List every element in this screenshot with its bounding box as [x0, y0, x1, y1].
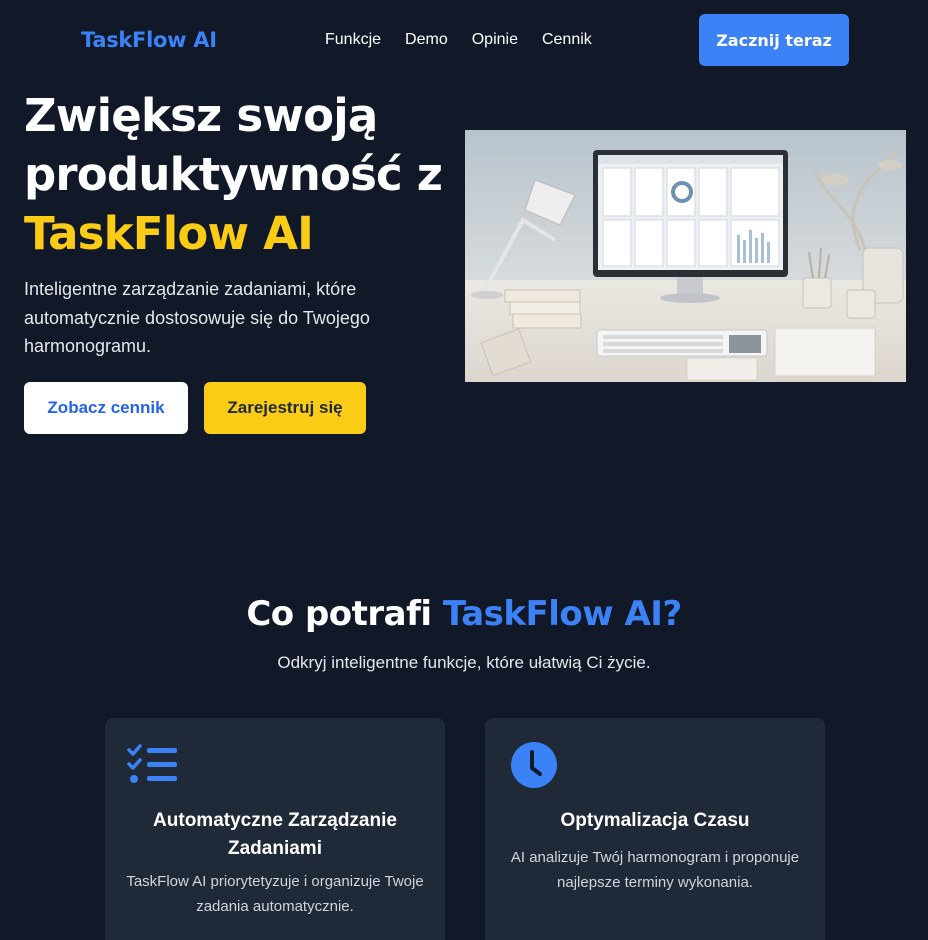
nav-link-testimonials[interactable]: Opinie — [472, 31, 518, 49]
nav-link-features[interactable]: Funkcje — [325, 31, 381, 49]
features-title: Co potrafi TaskFlow AI? — [0, 594, 928, 634]
feature-card-task-management: Automatyczne Zarządzanie Zadaniami TaskF… — [105, 718, 445, 940]
feature-card-text: AI analizuje Twój harmonogram i proponuj… — [510, 849, 800, 891]
hero-image — [465, 130, 906, 382]
features-title-brand: TaskFlow AI? — [442, 594, 682, 634]
get-started-button[interactable]: Zacznij teraz — [699, 14, 849, 66]
hero-title-line-2: produktywność z — [24, 148, 443, 201]
hero-title: Zwiększ swoją produktywność z TaskFlow A… — [24, 86, 464, 263]
feature-card-title: Optymalizacja Czasu — [560, 810, 750, 831]
hero-subtitle: Inteligentne zarządzanie zadaniami, któr… — [24, 279, 370, 356]
main-nav: Funkcje Demo Opinie Cennik — [325, 31, 592, 49]
page: TaskFlow AI Funkcje Demo Opinie Cennik Z… — [0, 0, 928, 940]
feature-card-time-optimization: Optymalizacja Czasu AI analizuje Twój ha… — [485, 718, 825, 940]
register-button[interactable]: Zarejestruj się — [204, 382, 366, 434]
view-pricing-button[interactable]: Zobacz cennik — [24, 382, 188, 434]
features-title-prefix: Co potrafi — [246, 594, 443, 634]
features-subtitle: Odkryj inteligentne funkcje, które ułatw… — [277, 653, 651, 672]
feature-card-text: TaskFlow AI priorytetyzuje i organizuje … — [126, 873, 424, 915]
hero-title-brand: TaskFlow AI — [24, 207, 314, 260]
clock-icon — [507, 742, 559, 790]
feature-card-title: Automatyczne Zarządzanie Zadaniami — [153, 810, 397, 859]
checklist-icon — [127, 744, 179, 790]
logo[interactable]: TaskFlow AI — [81, 28, 217, 52]
hero-title-line-1: Zwiększ swoją — [24, 89, 378, 142]
nav-link-pricing[interactable]: Cennik — [542, 31, 592, 49]
nav-link-demo[interactable]: Demo — [405, 31, 448, 49]
